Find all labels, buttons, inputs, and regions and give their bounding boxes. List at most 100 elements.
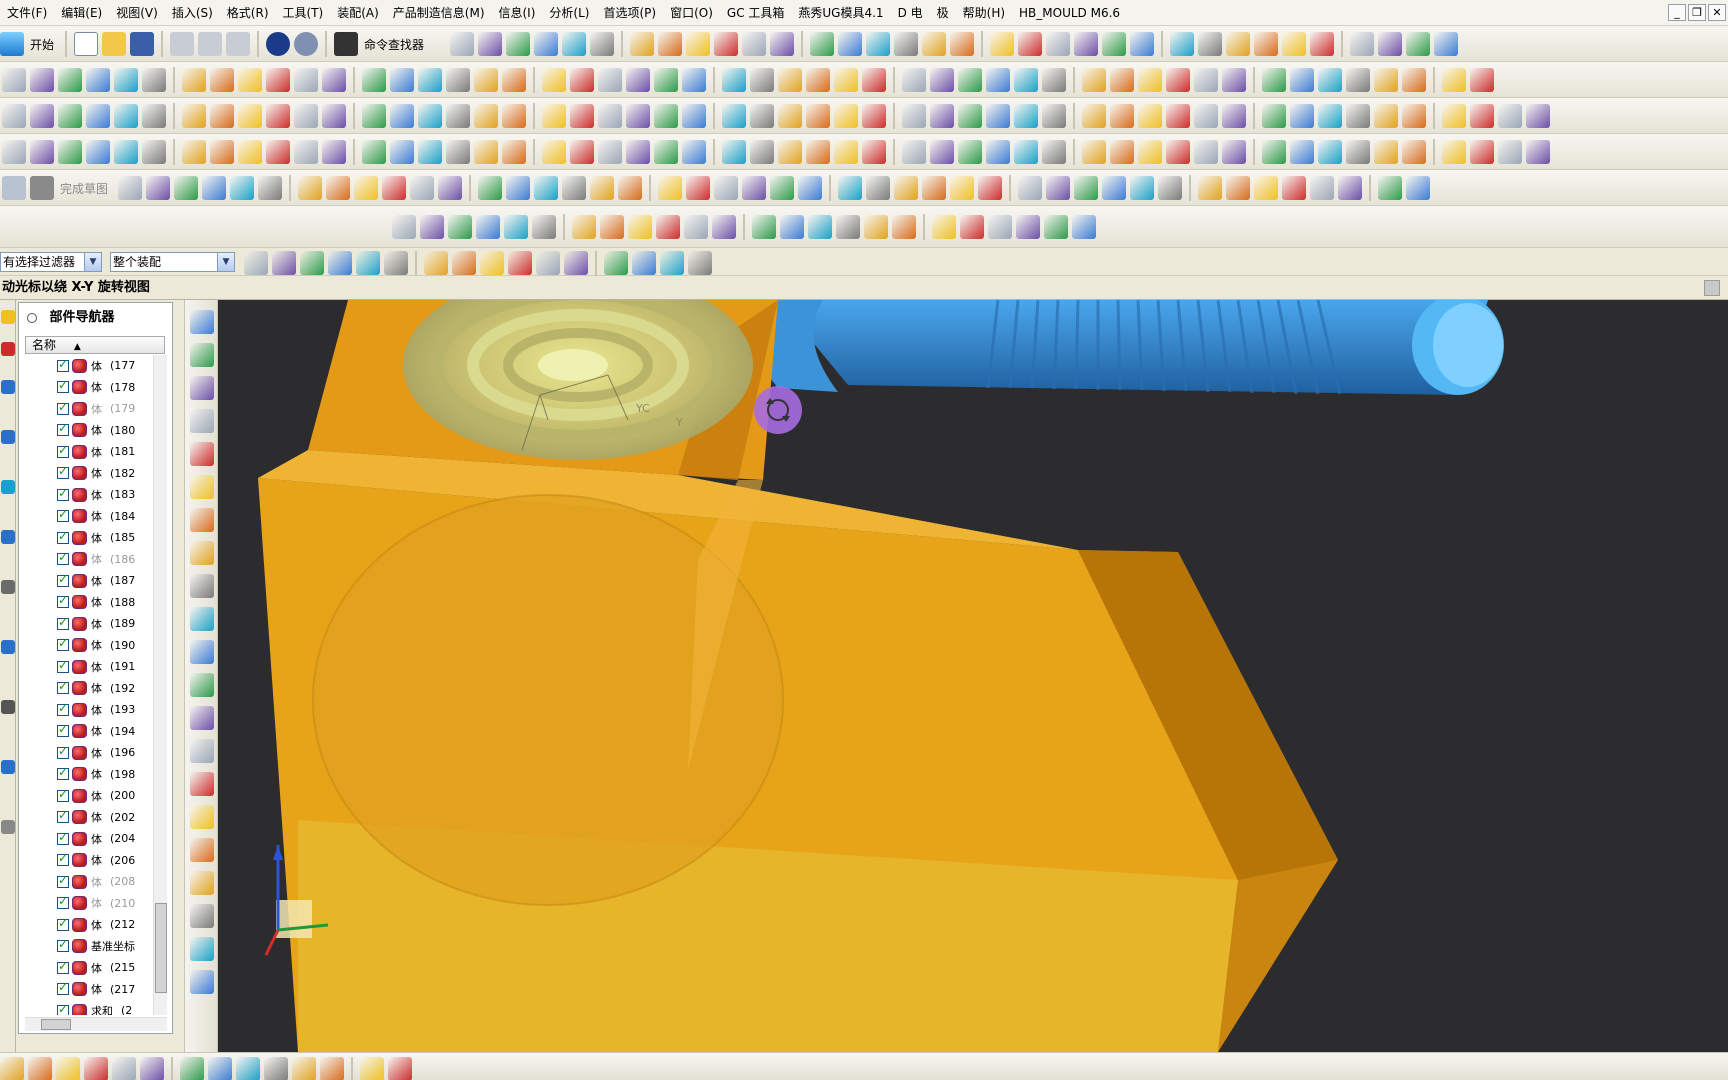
- layer-icon[interactable]: [688, 251, 712, 275]
- navigator-row[interactable]: 体 (180: [25, 420, 153, 442]
- visibility-checkbox[interactable]: [57, 679, 69, 695]
- hole-icon[interactable]: [190, 508, 214, 532]
- save-icon[interactable]: [130, 32, 155, 56]
- navigator-row[interactable]: 体 (212: [25, 914, 153, 936]
- column-header-name[interactable]: 名称 ▲: [25, 336, 165, 354]
- intersect-icon[interactable]: [902, 104, 926, 128]
- revolve-icon[interactable]: [714, 176, 738, 200]
- subtract-icon[interactable]: [862, 68, 886, 92]
- pin-icon[interactable]: [27, 312, 37, 323]
- measure-icon[interactable]: [838, 32, 862, 56]
- mirror-icon[interactable]: [450, 32, 474, 56]
- unite-icon[interactable]: [448, 215, 472, 239]
- revolve-icon[interactable]: [1374, 140, 1398, 164]
- intersect-icon[interactable]: [114, 104, 138, 128]
- curve-icon[interactable]: [112, 1057, 136, 1080]
- navigator-row[interactable]: 体 (202: [25, 807, 153, 829]
- subtract-icon[interactable]: [28, 1057, 52, 1080]
- measure-icon[interactable]: [506, 176, 530, 200]
- pattern-icon[interactable]: [806, 68, 830, 92]
- pattern-icon[interactable]: [420, 215, 444, 239]
- start-icon[interactable]: [0, 32, 24, 56]
- measure-icon[interactable]: [1282, 176, 1306, 200]
- pattern-icon[interactable]: [1254, 32, 1278, 56]
- visibility-checkbox[interactable]: [57, 701, 69, 716]
- spline-icon[interactable]: [322, 104, 346, 128]
- layer-icon[interactable]: [446, 104, 470, 128]
- feature-icon[interactable]: [618, 176, 642, 200]
- command-finder-icon[interactable]: [334, 32, 359, 56]
- spline-icon[interactable]: [190, 442, 214, 466]
- datum-plane-icon[interactable]: [542, 140, 566, 164]
- unite-icon[interactable]: [0, 1057, 24, 1080]
- chamfer-icon[interactable]: [1470, 104, 1494, 128]
- navigator-row[interactable]: 体 (177: [25, 355, 153, 377]
- blend-icon[interactable]: [770, 176, 794, 200]
- pattern-icon[interactable]: [30, 104, 54, 128]
- intersect-icon[interactable]: [114, 140, 138, 164]
- point-icon[interactable]: [1138, 104, 1162, 128]
- visibility-checkbox[interactable]: [57, 507, 69, 523]
- layer-icon[interactable]: [388, 1057, 412, 1080]
- visibility-checkbox[interactable]: [57, 851, 69, 867]
- arc-icon[interactable]: [628, 215, 652, 239]
- measure-icon[interactable]: [632, 251, 656, 275]
- menu-item[interactable]: 视图(V): [109, 0, 165, 26]
- chamfer-icon[interactable]: [1130, 32, 1154, 56]
- navigator-horizontal-scrollbar[interactable]: [25, 1017, 167, 1031]
- intersect-icon[interactable]: [562, 32, 586, 56]
- view-icon[interactable]: [418, 104, 442, 128]
- pattern-icon[interactable]: [806, 140, 830, 164]
- rectangle-icon[interactable]: [236, 1057, 260, 1080]
- blend-icon[interactable]: [1442, 68, 1466, 92]
- system-scenes-icon[interactable]: [1, 760, 15, 774]
- extrude-icon[interactable]: [570, 140, 594, 164]
- subtract-icon[interactable]: [534, 32, 558, 56]
- point-icon[interactable]: [362, 104, 386, 128]
- snap-icon[interactable]: [1262, 140, 1286, 164]
- offset-face-icon[interactable]: [532, 215, 556, 239]
- curve-icon[interactable]: [1074, 176, 1098, 200]
- rectangle-icon[interactable]: [1082, 140, 1106, 164]
- unite-icon[interactable]: [58, 140, 82, 164]
- rectangle-icon[interactable]: [410, 176, 434, 200]
- point-icon[interactable]: [1138, 68, 1162, 92]
- curve-icon[interactable]: [182, 140, 206, 164]
- navigator-row[interactable]: 体 (192: [25, 678, 153, 700]
- assembly-navigator-icon[interactable]: [1, 310, 15, 324]
- pattern-icon[interactable]: [272, 251, 296, 275]
- palette-icon[interactable]: [1, 820, 15, 834]
- chamfer-icon[interactable]: [682, 104, 706, 128]
- arc-icon[interactable]: [1130, 176, 1154, 200]
- feature-icon[interactable]: [502, 104, 526, 128]
- view-icon[interactable]: [660, 251, 684, 275]
- rectangle-icon[interactable]: [294, 68, 318, 92]
- revolve-icon[interactable]: [988, 215, 1012, 239]
- menu-item[interactable]: D 电: [891, 0, 930, 26]
- datum-plane-icon[interactable]: [932, 215, 956, 239]
- unite-icon[interactable]: [174, 176, 198, 200]
- finish-sketch-icon[interactable]: [30, 176, 54, 200]
- hole-icon[interactable]: [1402, 104, 1426, 128]
- chamfer-icon[interactable]: [1072, 215, 1096, 239]
- mirror-icon[interactable]: [778, 104, 802, 128]
- measure-icon[interactable]: [320, 1057, 344, 1080]
- visibility-checkbox[interactable]: [57, 830, 69, 845]
- shell-icon[interactable]: [1170, 32, 1194, 56]
- intersect-icon[interactable]: [56, 1057, 80, 1080]
- revolve-icon[interactable]: [598, 104, 622, 128]
- feature-icon[interactable]: [892, 215, 916, 239]
- visibility-checkbox[interactable]: [57, 443, 69, 458]
- blend-icon[interactable]: [654, 140, 678, 164]
- visibility-checkbox[interactable]: [57, 636, 69, 652]
- line-icon[interactable]: [986, 68, 1010, 92]
- start-button[interactable]: 开始: [30, 36, 54, 53]
- visibility-checkbox[interactable]: [57, 615, 69, 630]
- blend-icon[interactable]: [190, 343, 214, 367]
- point-icon[interactable]: [1138, 140, 1162, 164]
- rectangle-icon[interactable]: [1198, 176, 1222, 200]
- extrude-icon[interactable]: [1346, 104, 1370, 128]
- offset-face-icon[interactable]: [142, 140, 166, 164]
- chamfer-icon[interactable]: [1470, 68, 1494, 92]
- circle-icon[interactable]: [714, 32, 738, 56]
